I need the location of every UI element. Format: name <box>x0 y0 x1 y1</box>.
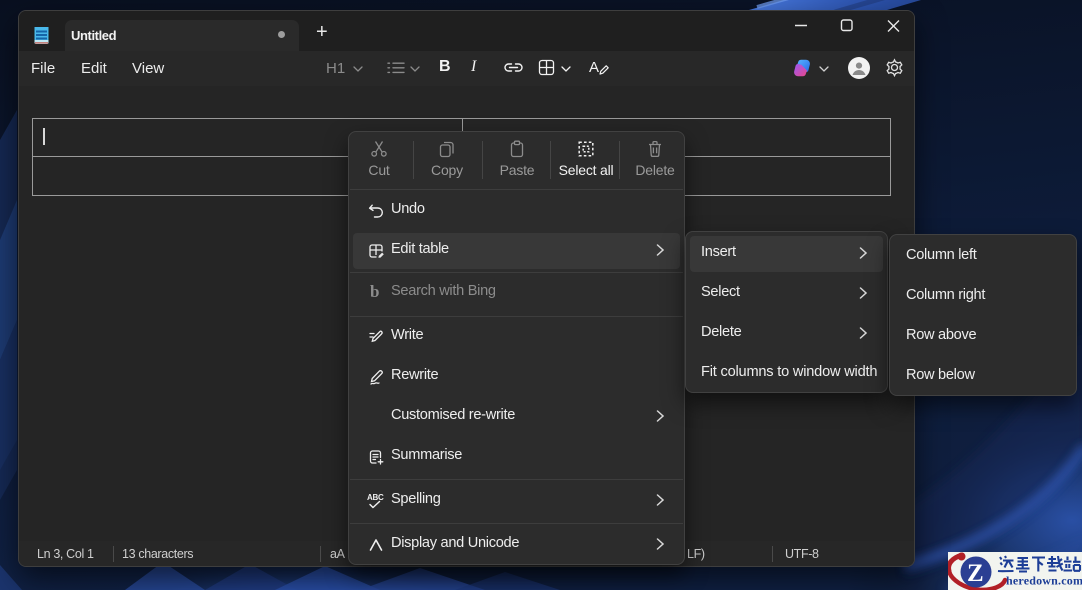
svg-text:Z: Z <box>967 560 984 587</box>
svg-text:ABC: ABC <box>367 493 384 502</box>
svg-text:heredown.com: heredown.com <box>1006 574 1082 588</box>
